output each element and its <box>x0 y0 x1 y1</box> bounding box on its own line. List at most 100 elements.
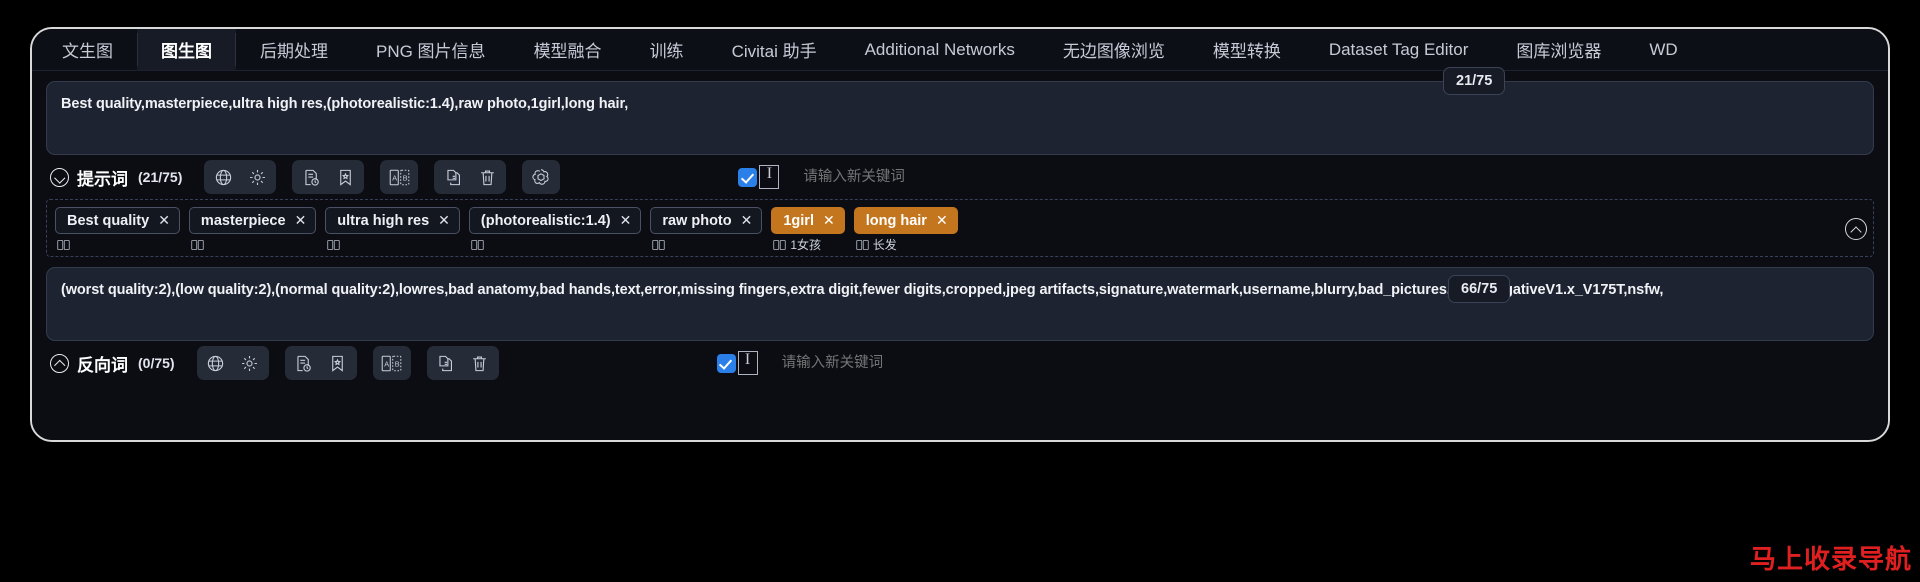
gear-icon[interactable] <box>240 162 274 192</box>
tab-png-info[interactable]: PNG 图片信息 <box>352 29 510 70</box>
tab-label: 图库浏览器 <box>1516 42 1602 61</box>
styles-icon[interactable] <box>294 162 328 192</box>
translate-ab-icon[interactable] <box>191 239 204 251</box>
tab-dataset-tag-editor[interactable]: Dataset Tag Editor <box>1305 29 1493 70</box>
negative-toolgroup-1 <box>196 346 269 380</box>
bookmark-icon[interactable] <box>328 162 362 192</box>
tab-civitai-helper[interactable]: Civitai 助手 <box>708 29 841 70</box>
positive-toolbar: 提示词 (21/75) A B I 请输入新关键词 <box>46 155 1874 199</box>
tag-chip[interactable]: Best quality ✕ <box>55 207 180 234</box>
translate-ab-icon[interactable] <box>327 239 340 251</box>
copy-icon[interactable] <box>429 348 463 378</box>
svg-text:A: A <box>392 173 397 182</box>
tab-img2img[interactable]: 图生图 <box>137 29 236 70</box>
tag-remove-icon[interactable]: ✕ <box>438 212 450 229</box>
tag-item: long hair ✕ 长发 <box>853 207 958 252</box>
tag-label: (photorealistic:1.4) <box>480 212 611 229</box>
tag-chip[interactable]: (photorealistic:1.4) ✕ <box>468 207 642 234</box>
translate-ab-icon[interactable] <box>652 239 665 251</box>
tab-train[interactable]: 训练 <box>626 29 708 70</box>
positive-section-label: 提示词 <box>77 169 128 189</box>
tag-chip[interactable]: raw photo ✕ <box>650 207 763 234</box>
translate-ab-icon[interactable]: A B <box>375 348 409 378</box>
tag-chip[interactable]: ultra high res ✕ <box>325 207 460 234</box>
positive-prompt-textarea[interactable]: Best quality,masterpiece,ultra high res,… <box>46 81 1874 155</box>
tab-label: Dataset Tag Editor <box>1328 39 1469 59</box>
positive-token-count: (21/75) <box>138 169 183 185</box>
tag-remove-icon[interactable]: ✕ <box>295 212 307 229</box>
copy-icon[interactable] <box>436 162 470 192</box>
tag-translate-row <box>469 237 484 252</box>
tag-chip[interactable]: masterpiece ✕ <box>188 207 317 234</box>
tag-remove-icon[interactable]: ✕ <box>823 212 835 229</box>
tab-extras[interactable]: 后期处理 <box>236 29 352 70</box>
tag-remove-icon[interactable]: ✕ <box>620 212 632 229</box>
gear-icon[interactable] <box>233 348 267 378</box>
translate-ab-icon[interactable] <box>471 239 484 251</box>
positive-toolgroup-2 <box>292 160 365 194</box>
tag-chip[interactable]: long hair ✕ <box>853 207 958 234</box>
collapse-tag-area-icon[interactable] <box>1845 218 1867 240</box>
globe-icon[interactable] <box>206 162 240 192</box>
negative-keyword-checkbox[interactable] <box>716 353 736 373</box>
tab-gallery-browser[interactable]: 图库浏览器 <box>1492 29 1625 70</box>
positive-keyword-checkbox[interactable] <box>738 167 758 187</box>
tab-label: 模型转换 <box>1212 42 1281 61</box>
tag-label: ultra high res <box>337 212 430 229</box>
tag-item: ultra high res ✕ <box>325 207 460 252</box>
negative-toolgroup-4 <box>426 346 499 380</box>
openai-icon[interactable] <box>524 162 558 192</box>
tag-label: Best quality <box>67 212 150 229</box>
globe-icon[interactable] <box>199 348 233 378</box>
positive-keyword-input[interactable] <box>779 164 1874 190</box>
positive-section-toggle[interactable]: 提示词 (21/75) <box>50 165 182 190</box>
negative-section-toggle[interactable]: 反向词 (0/75) <box>50 351 175 376</box>
tag-item: 1girl ✕ 1女孩 <box>771 207 845 252</box>
svg-text:B: B <box>395 359 400 368</box>
tag-item: Best quality ✕ <box>55 207 180 252</box>
translate-ab-icon[interactable] <box>57 239 70 251</box>
tab-wd[interactable]: WD <box>1625 29 1701 70</box>
styles-icon[interactable] <box>287 348 321 378</box>
chevron-up-icon <box>50 353 69 373</box>
tag-label: long hair <box>865 212 927 229</box>
tag-remove-icon[interactable]: ✕ <box>741 212 753 229</box>
tag-item: raw photo ✕ <box>650 207 763 252</box>
tag-translation: 1女孩 <box>790 238 822 252</box>
negative-token-count: (0/75) <box>138 355 175 371</box>
tag-translate-row <box>325 237 340 252</box>
tab-label: 后期处理 <box>260 42 328 61</box>
tag-translate-row <box>189 237 204 252</box>
tag-item: (photorealistic:1.4) ✕ <box>468 207 642 252</box>
positive-text-cursor-icon <box>759 165 780 189</box>
trash-icon[interactable] <box>470 162 504 192</box>
tag-remove-icon[interactable]: ✕ <box>158 212 170 229</box>
translate-ab-icon[interactable] <box>773 239 787 251</box>
negative-prompt-textarea[interactable]: (worst quality:2),(low quality:2),(norma… <box>46 267 1874 341</box>
tab-label: Civitai 助手 <box>731 42 817 61</box>
translate-ab-icon[interactable] <box>856 239 869 251</box>
bookmark-icon[interactable] <box>321 348 355 378</box>
tab-additional-networks[interactable]: Additional Networks <box>841 29 1039 70</box>
trash-icon[interactable] <box>463 348 497 378</box>
tag-label: raw photo <box>662 212 732 229</box>
chevron-down-icon <box>50 167 69 187</box>
positive-toolgroup-1 <box>204 160 277 194</box>
translate-ab-icon[interactable]: A B <box>382 162 416 192</box>
tab-infinite-image-browsing[interactable]: 无边图像浏览 <box>1039 29 1189 70</box>
negative-toolgroup-2 <box>284 346 357 380</box>
tag-translate-row <box>650 237 665 252</box>
tab-label: 文生图 <box>62 42 113 61</box>
tab-model-converter[interactable]: 模型转换 <box>1189 29 1305 70</box>
tag-remove-icon[interactable]: ✕ <box>936 212 948 229</box>
positive-keyword-row <box>738 164 1874 190</box>
tab-checkpoint-merger[interactable]: 模型融合 <box>510 29 626 70</box>
positive-toolgroup-5 <box>522 160 561 194</box>
negative-keyword-input[interactable] <box>757 350 1874 376</box>
tab-label: 训练 <box>649 42 684 61</box>
main-tabbar: 文生图 图生图 后期处理 PNG 图片信息 模型融合 训练 Civitai 助手… <box>32 29 1888 71</box>
tag-chip[interactable]: 1girl ✕ <box>771 207 845 234</box>
tab-text2img[interactable]: 文生图 <box>38 29 137 70</box>
tag-translate-row <box>55 237 70 252</box>
watermark-text: 马上收录导航 <box>1749 544 1912 574</box>
